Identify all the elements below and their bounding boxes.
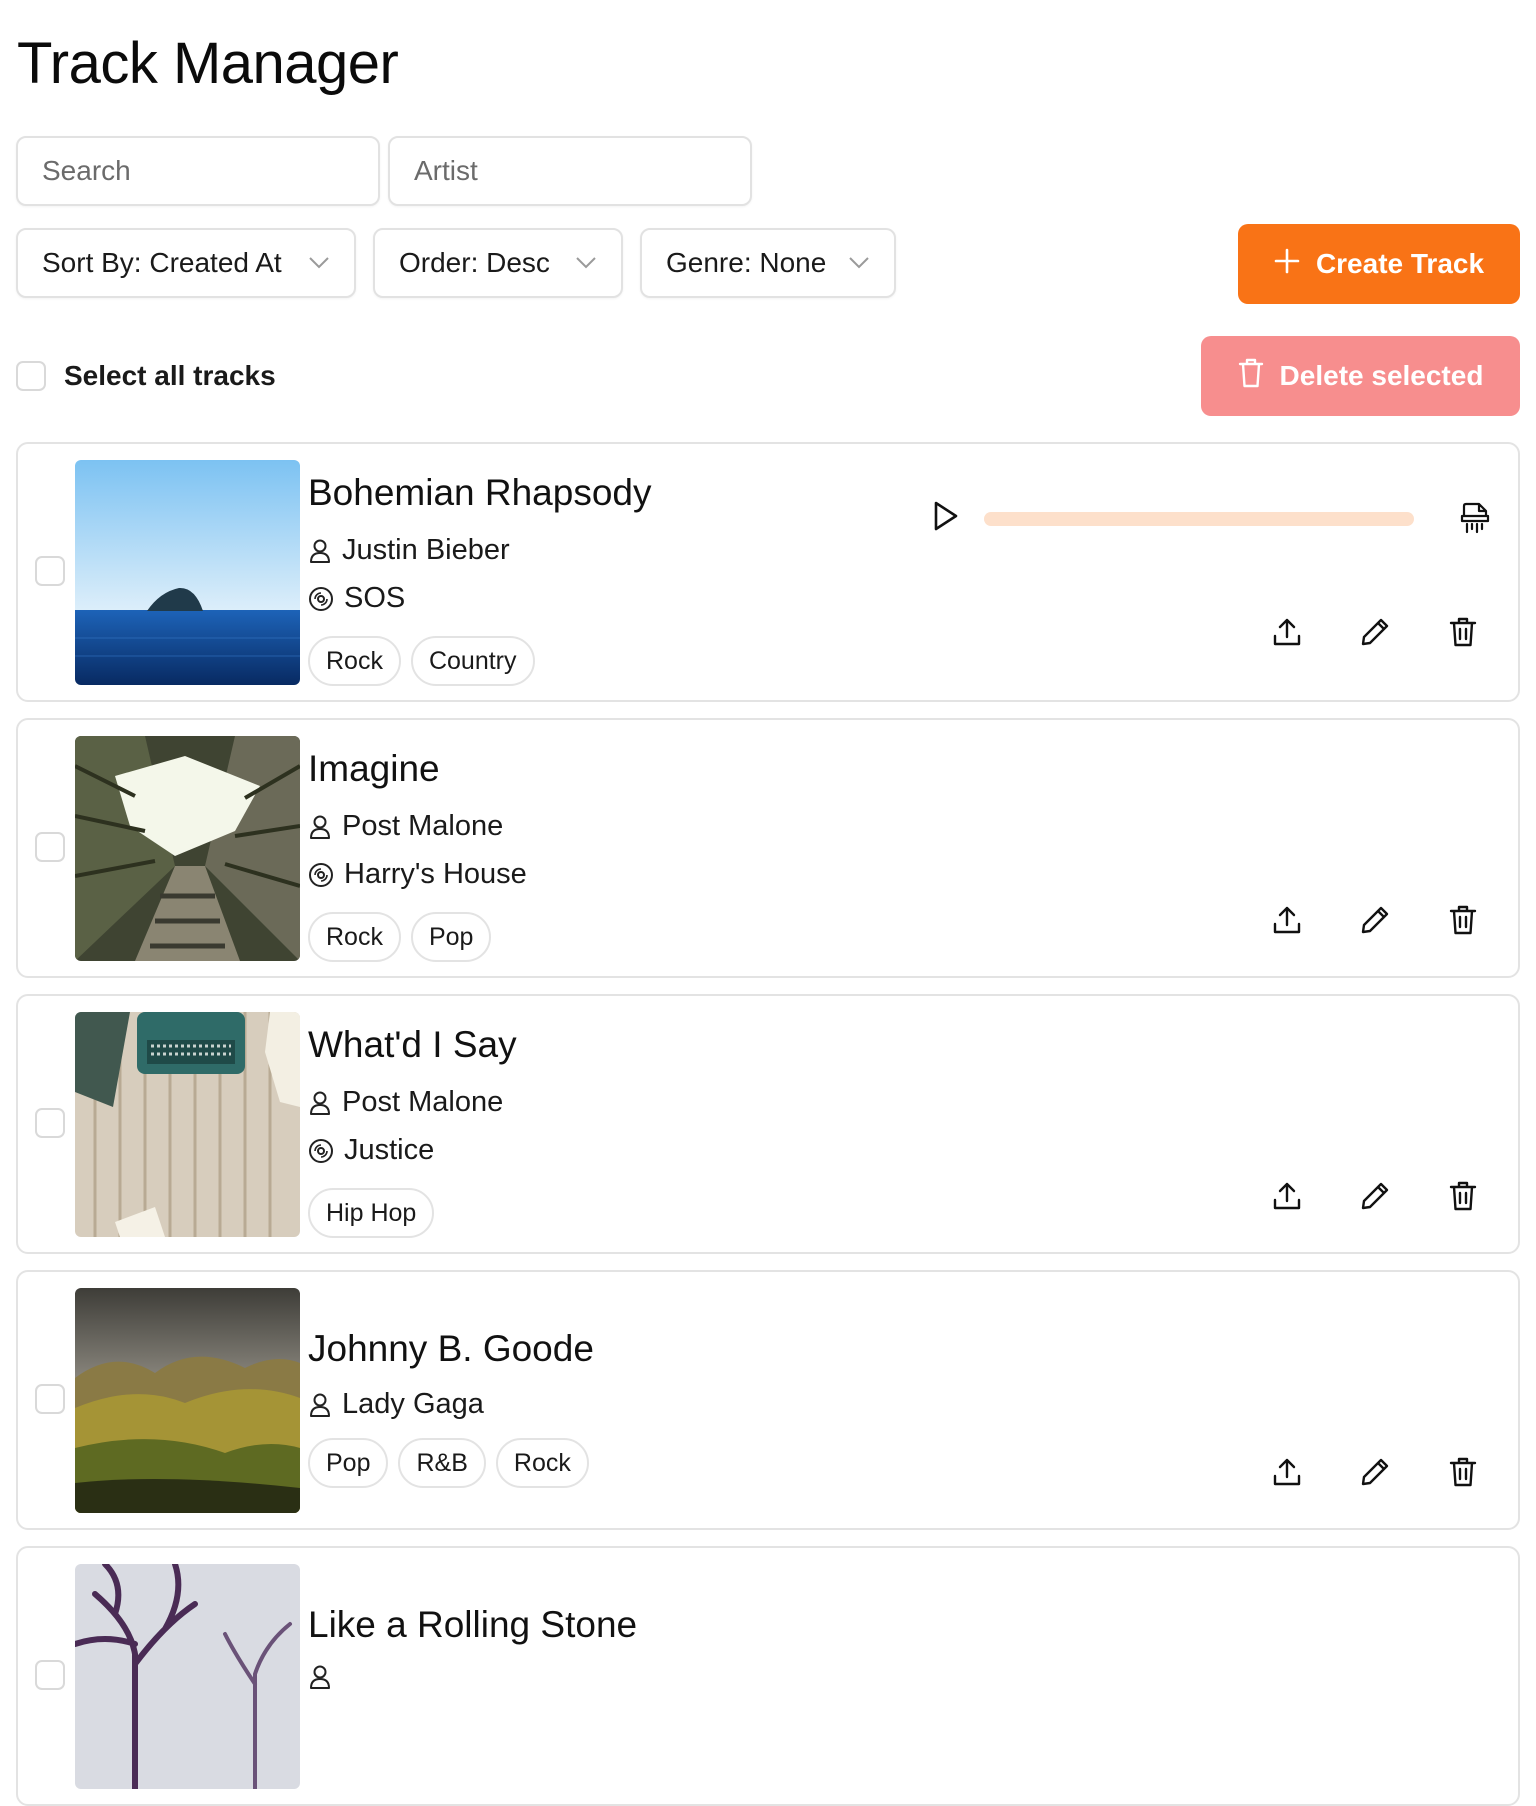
track-checkbox[interactable]	[35, 832, 65, 862]
upload-icon[interactable]	[1272, 904, 1302, 936]
trash-icon	[1238, 358, 1264, 395]
trash-icon[interactable]	[1448, 1456, 1478, 1488]
user-icon	[310, 815, 330, 839]
remove-audio-icon[interactable]	[1460, 502, 1490, 539]
sort-by-select[interactable]: Sort By: Created At	[16, 228, 356, 298]
cover-image	[75, 1012, 300, 1237]
create-track-label: Create Track	[1315, 248, 1485, 279]
edit-icon[interactable]	[1360, 616, 1390, 648]
track-checkbox[interactable]	[35, 556, 65, 586]
track-actions	[1272, 616, 1478, 648]
artist-row: Post Malone	[308, 810, 503, 843]
track-artist: Justin Bieber	[342, 534, 510, 566]
chevron-down-icon	[575, 256, 597, 270]
track-card: Like a Rolling Stone	[16, 1546, 1520, 1806]
track-actions	[1272, 904, 1478, 936]
genre-tag: Pop	[410, 912, 492, 962]
cover-image	[75, 1288, 300, 1513]
artist-row: Lady Gaga	[308, 1388, 484, 1421]
upload-icon[interactable]	[1272, 1180, 1302, 1212]
genre-tag: Rock	[308, 912, 401, 962]
trash-icon[interactable]	[1448, 616, 1478, 648]
user-icon	[310, 1091, 330, 1115]
track-artist: Lady Gaga	[342, 1388, 484, 1420]
edit-icon[interactable]	[1360, 1456, 1390, 1488]
track-album: Harry's House	[344, 858, 527, 890]
genre-tag: Pop	[308, 1438, 389, 1488]
genre-tag: Rock	[308, 636, 401, 686]
cover-image	[75, 1564, 300, 1789]
track-title: What'd I Say	[308, 1024, 517, 1065]
track-checkbox[interactable]	[35, 1384, 65, 1414]
track-checkbox[interactable]	[35, 1108, 65, 1138]
track-title: Like a Rolling Stone	[308, 1604, 638, 1645]
user-icon	[310, 539, 330, 563]
track-checkbox[interactable]	[35, 1660, 65, 1690]
album-row: SOS	[308, 582, 405, 615]
order-label: Order: Desc	[399, 247, 550, 278]
track-card: Bohemian Rhapsody Justin Bieber SOS Rock…	[16, 442, 1520, 702]
track-album: SOS	[344, 582, 406, 614]
track-actions	[1272, 1180, 1478, 1212]
track-album: Justice	[344, 1134, 435, 1166]
artist-row: Post Malone	[308, 1086, 503, 1119]
genre-tags: Rock Pop	[308, 912, 492, 962]
chevron-down-icon	[848, 256, 870, 270]
edit-icon[interactable]	[1360, 904, 1390, 936]
disc-icon	[309, 586, 333, 611]
disc-icon	[309, 862, 333, 887]
disc-icon	[309, 1138, 333, 1163]
genre-select[interactable]: Genre: None	[640, 228, 896, 298]
album-row: Harry's House	[308, 858, 527, 891]
audio-player	[932, 500, 1502, 540]
select-all-checkbox[interactable]	[16, 361, 46, 391]
genre-tags: Hip Hop	[308, 1188, 435, 1238]
cover-image	[75, 460, 300, 685]
artist-filter-input[interactable]	[388, 136, 752, 206]
upload-icon[interactable]	[1272, 616, 1302, 648]
track-artist: Post Malone	[342, 810, 504, 842]
user-icon	[310, 1665, 330, 1689]
select-all-row[interactable]: Select all tracks	[16, 360, 276, 392]
track-card: What'd I Say Post Malone Justice Hip Hop	[16, 994, 1520, 1254]
search-input[interactable]	[16, 136, 380, 206]
delete-selected-label: Delete selected	[1279, 360, 1484, 391]
artist-row: Justin Bieber	[308, 534, 510, 567]
track-title: Johnny B. Goode	[308, 1328, 594, 1369]
genre-tag: R&B	[398, 1438, 486, 1488]
track-title: Bohemian Rhapsody	[308, 472, 652, 513]
cover-image	[75, 736, 300, 961]
trash-icon[interactable]	[1448, 1180, 1478, 1212]
page-title: Track Manager	[17, 31, 399, 96]
genre-tags: Pop R&B Rock	[308, 1438, 589, 1488]
create-track-button[interactable]: Create Track	[1238, 224, 1520, 304]
edit-icon[interactable]	[1360, 1180, 1390, 1212]
plus-icon	[1274, 248, 1300, 281]
track-card: Imagine Post Malone Harry's House Rock P…	[16, 718, 1520, 978]
sort-by-label: Sort By: Created At	[42, 247, 282, 278]
artist-row	[308, 1664, 342, 1690]
play-icon[interactable]	[932, 500, 960, 537]
album-row: Justice	[308, 1134, 434, 1167]
genre-tag: Hip Hop	[308, 1188, 435, 1238]
genre-label: Genre: None	[666, 247, 827, 278]
track-artist: Post Malone	[342, 1086, 504, 1118]
upload-icon[interactable]	[1272, 1456, 1302, 1488]
chevron-down-icon	[308, 256, 330, 270]
delete-selected-button[interactable]: Delete selected	[1201, 336, 1520, 416]
user-icon	[310, 1393, 330, 1417]
track-card: Johnny B. Goode Lady Gaga Pop R&B Rock	[16, 1270, 1520, 1530]
genre-tag: Country	[410, 636, 535, 686]
select-all-label: Select all tracks	[64, 360, 276, 391]
trash-icon[interactable]	[1448, 904, 1478, 936]
genre-tag: Rock	[495, 1438, 589, 1488]
order-select[interactable]: Order: Desc	[373, 228, 623, 298]
progress-bar[interactable]	[984, 512, 1414, 526]
genre-tags: Rock Country	[308, 636, 535, 686]
track-title: Imagine	[308, 748, 440, 789]
track-actions	[1272, 1456, 1478, 1488]
